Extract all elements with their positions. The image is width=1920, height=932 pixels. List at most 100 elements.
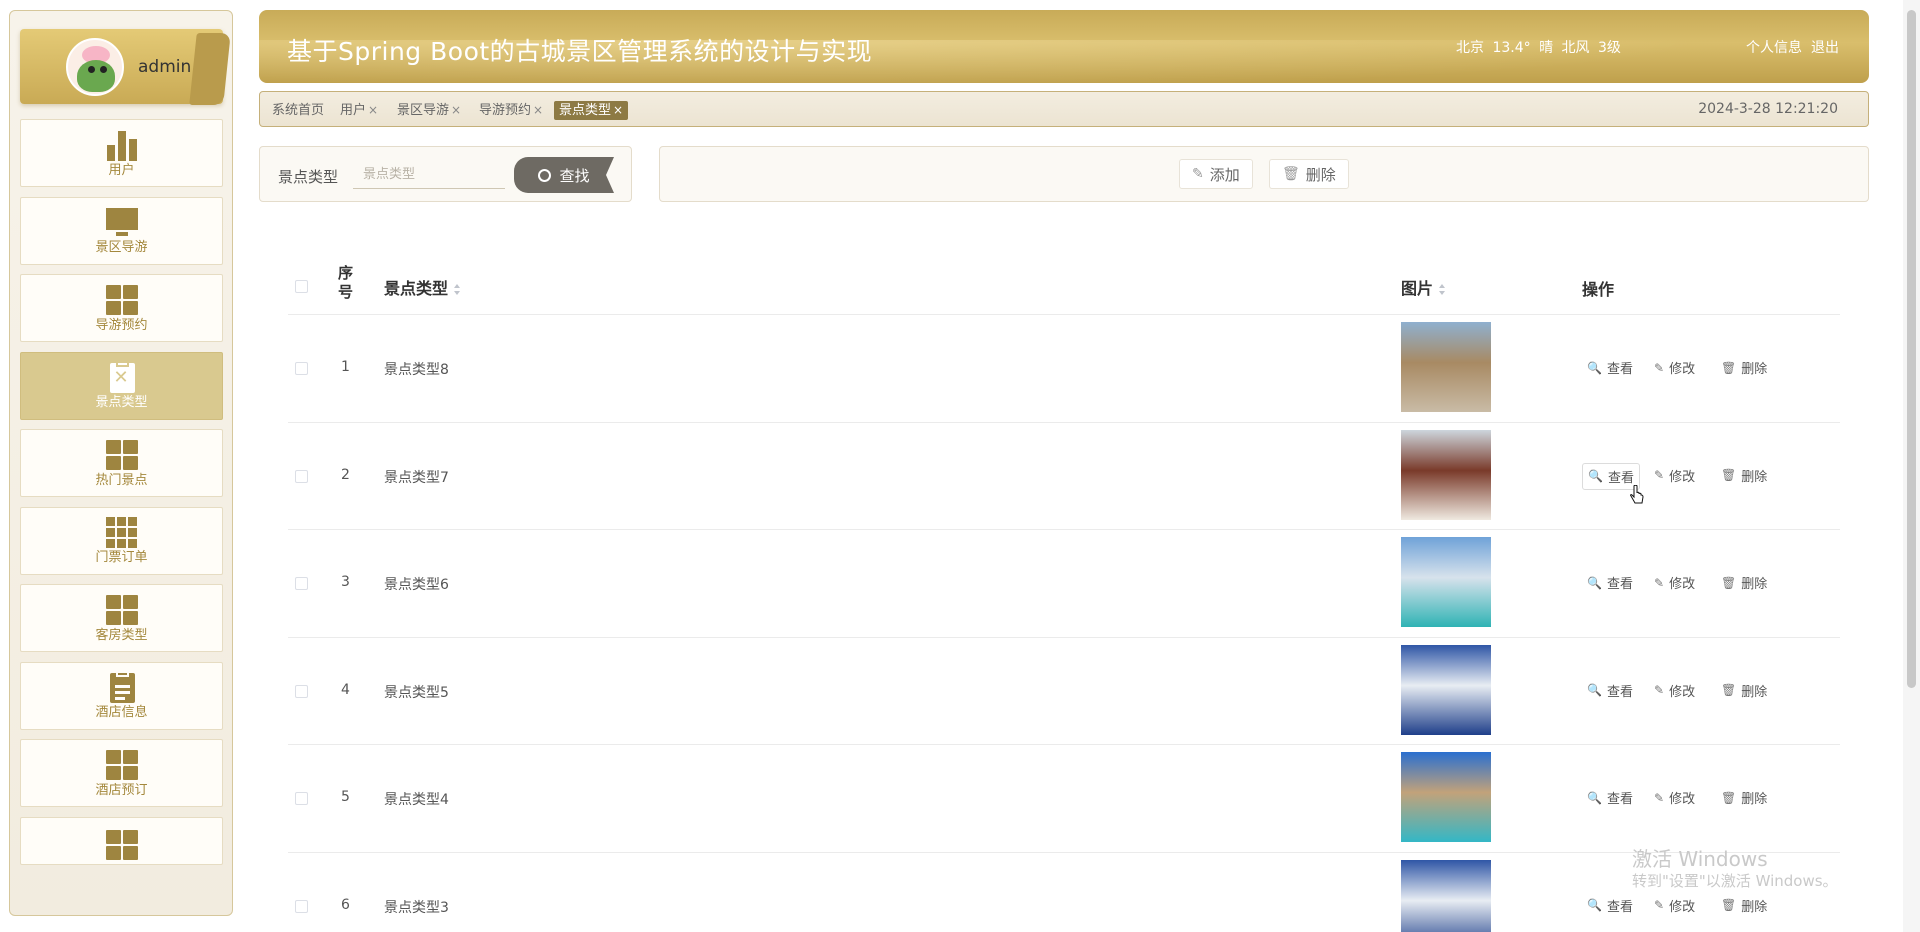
search-panel: 景点类型 查找 <box>259 146 632 202</box>
row-spot-type: 景点类型7 <box>384 469 449 486</box>
sidebar-item-room-types[interactable]: 客房类型 <box>20 584 223 652</box>
sidebar-item-spot-types[interactable]: ✕ 景点类型 <box>20 351 223 420</box>
delete-button[interactable]: 🗑 删除 <box>1716 678 1772 703</box>
scrollbar-thumb[interactable] <box>1907 10 1916 688</box>
column-image[interactable]: 图片 <box>1401 275 1446 299</box>
delete-button[interactable]: 🗑 删除 <box>1716 463 1772 488</box>
current-datetime: 2024-3-28 12:21:20 <box>1698 101 1838 117</box>
avatar[interactable] <box>66 38 124 96</box>
tab-users[interactable]: 用户 × <box>340 101 378 120</box>
row-checkbox[interactable] <box>295 899 308 913</box>
row-image[interactable] <box>1401 752 1491 842</box>
monitor-icon <box>105 206 139 238</box>
row-image[interactable] <box>1401 859 1491 932</box>
delete-button[interactable]: 🗑 删除 <box>1716 570 1772 595</box>
user-name: admin <box>138 57 192 77</box>
tab-spot-types[interactable]: 景点类型 × <box>554 101 629 120</box>
row-image[interactable] <box>1401 644 1491 735</box>
sidebar-item-label: 导游预约 <box>95 317 148 333</box>
row-image[interactable] <box>1401 322 1491 412</box>
sort-icon[interactable] <box>1439 284 1446 295</box>
edit-icon: ✎ <box>1192 166 1204 182</box>
page-scrollbar[interactable] <box>1903 0 1920 932</box>
app-header: 基于Spring Boot的古城景区管理系统的设计与实现 北京 13.4° 晴 … <box>259 10 1869 83</box>
add-button[interactable]: ✎ 添加 <box>1179 159 1253 189</box>
table-row: 2 景点类型7 🔍 查看 ✎ 修改 🗑 删除 <box>288 423 1840 530</box>
view-button[interactable]: 🔍 查看 <box>1582 570 1638 595</box>
edit-icon: ✎ <box>1654 683 1665 697</box>
spot-type-table: 序号 景点类型 图片 操作 1 景点类型8 🔍 查看 ✎ 修改 🗑 删除 2 景点类型… <box>288 258 1840 932</box>
search-input[interactable] <box>353 161 505 189</box>
delete-button[interactable]: 🗑 删除 <box>1716 785 1772 810</box>
sidebar-item-label: 门票订单 <box>95 550 148 565</box>
edit-icon: ✎ <box>1654 468 1665 482</box>
close-icon[interactable]: × <box>533 103 543 117</box>
sidebar-item-more[interactable] <box>20 816 223 865</box>
edit-button[interactable]: ✎ 修改 <box>1649 355 1700 380</box>
row-spot-type: 景点类型3 <box>384 899 449 916</box>
trash-icon: 🗑 <box>1721 468 1737 482</box>
close-icon[interactable]: × <box>613 103 623 117</box>
row-checkbox[interactable] <box>295 469 308 483</box>
row-image[interactable] <box>1401 429 1491 520</box>
sidebar-item-label: 酒店预订 <box>95 782 148 798</box>
sidebar-item-ticket-orders[interactable]: 门票订单 <box>20 506 223 575</box>
edit-button[interactable]: ✎ 修改 <box>1649 570 1700 595</box>
select-all-checkbox[interactable] <box>295 280 308 293</box>
search-button[interactable]: 查找 <box>514 157 614 193</box>
row-checkbox[interactable] <box>295 792 308 805</box>
action-panel: ✎ 添加 🗑 删除 <box>659 146 1869 202</box>
search-label: 景点类型 <box>278 168 339 186</box>
trash-icon: 🗑 <box>1721 575 1737 590</box>
sidebar-item-label: 用户 <box>108 162 135 178</box>
hand-cursor-icon <box>1630 485 1644 504</box>
view-button[interactable]: 🔍 查看 <box>1582 785 1638 810</box>
user-card-decoration <box>189 33 231 105</box>
grid-icon <box>105 829 139 861</box>
sidebar-item-users[interactable]: 用户 <box>20 119 223 187</box>
row-image[interactable] <box>1401 537 1491 627</box>
column-type[interactable]: 景点类型 <box>384 275 461 299</box>
close-icon[interactable]: × <box>451 103 461 117</box>
view-button[interactable]: 🔍 查看 <box>1582 678 1638 703</box>
sidebar-item-hotel-booking[interactable]: 酒店预订 <box>20 739 223 807</box>
sidebar-item-label: 热门景点 <box>95 472 148 488</box>
view-button[interactable]: 🔍 查看 <box>1582 355 1638 380</box>
sidebar-item-guides[interactable]: 景区导游 <box>20 196 223 265</box>
sort-icon[interactable] <box>454 284 461 295</box>
tab-home[interactable]: 系统首页 <box>272 101 324 120</box>
tab-guides[interactable]: 景区导游 × <box>397 101 461 120</box>
edit-icon: ✎ <box>1654 575 1665 590</box>
sidebar-item-hot-spots[interactable]: 热门景点 <box>20 429 223 497</box>
trash-icon: 🗑 <box>1721 683 1737 697</box>
column-operations: 操作 <box>1582 280 1615 299</box>
grid-icon <box>105 439 139 471</box>
edit-button[interactable]: ✎ 修改 <box>1649 463 1700 488</box>
row-spot-type: 景点类型6 <box>384 577 449 593</box>
table-row: 6 景点类型3 🔍 查看 ✎ 修改 🗑 删除 <box>288 853 1840 932</box>
batch-delete-button[interactable]: 🗑 删除 <box>1269 159 1349 189</box>
view-button[interactable]: 🔍 查看 <box>1582 893 1638 918</box>
edit-button[interactable]: ✎ 修改 <box>1649 785 1700 810</box>
weather-info: 北京 13.4° 晴 北风 3级 <box>1456 40 1621 56</box>
sidebar-menu: 用户 景区导游 导游预约 ✕ 景点类型 热门景点 门票订单 客房类型 酒店信息 … <box>20 119 223 874</box>
row-index: 6 <box>341 896 350 913</box>
row-checkbox[interactable] <box>295 362 308 375</box>
search-icon: 🔍 <box>1587 360 1602 375</box>
sidebar-item-label: 景区导游 <box>95 240 148 255</box>
close-icon[interactable]: × <box>368 103 378 117</box>
delete-button[interactable]: 🗑 删除 <box>1716 355 1772 380</box>
row-checkbox[interactable] <box>295 577 308 590</box>
sidebar-item-hotel-info[interactable]: 酒店信息 <box>20 661 223 730</box>
tab-guide-booking[interactable]: 导游预约 × <box>479 101 543 120</box>
row-checkbox[interactable] <box>295 684 308 698</box>
sidebar-item-guide-booking[interactable]: 导游预约 <box>20 274 223 342</box>
delete-button[interactable]: 🗑 删除 <box>1716 893 1772 918</box>
edit-button[interactable]: ✎ 修改 <box>1649 678 1700 703</box>
grid-icon <box>105 284 139 316</box>
table-row: 4 景点类型5 🔍 查看 ✎ 修改 🗑 删除 <box>288 638 1840 745</box>
logout-link[interactable]: 退出 <box>1811 37 1839 57</box>
edit-button[interactable]: ✎ 修改 <box>1649 893 1700 918</box>
user-card: admin <box>20 29 231 105</box>
profile-link[interactable]: 个人信息 <box>1746 37 1802 57</box>
